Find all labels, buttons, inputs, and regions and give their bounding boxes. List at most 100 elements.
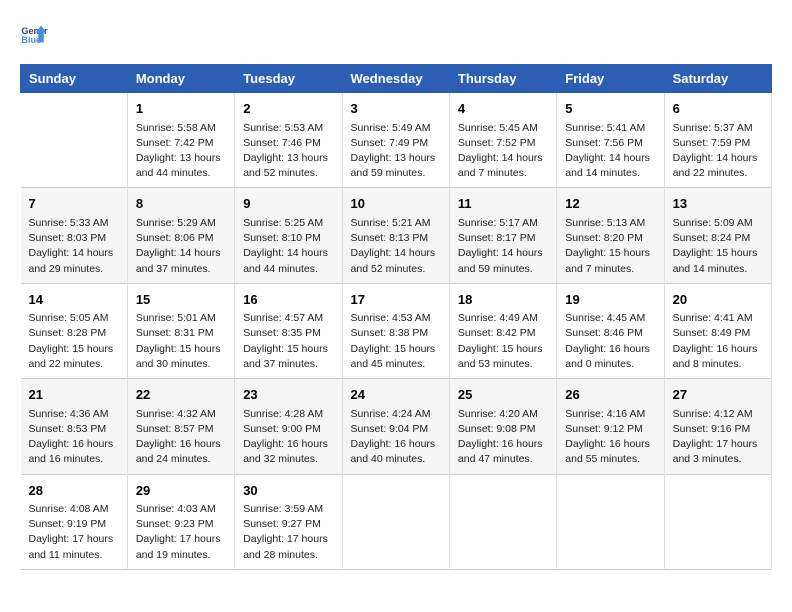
- day-info: Sunrise: 4:41 AMSunset: 8:49 PMDaylight:…: [673, 311, 763, 372]
- calendar-week-row: 7Sunrise: 5:33 AMSunset: 8:03 PMDaylight…: [21, 188, 772, 283]
- day-info: Sunrise: 5:01 AMSunset: 8:31 PMDaylight:…: [136, 311, 226, 372]
- logo: General Blue: [20, 20, 52, 48]
- day-number: 14: [29, 290, 119, 310]
- day-number: 29: [136, 481, 226, 501]
- day-number: 10: [351, 194, 441, 214]
- day-number: 28: [29, 481, 119, 501]
- day-number: 24: [351, 385, 441, 405]
- day-number: 6: [673, 99, 763, 119]
- calendar-cell: 28Sunrise: 4:08 AMSunset: 9:19 PMDayligh…: [21, 474, 128, 569]
- calendar-cell: [664, 474, 771, 569]
- day-info: Sunrise: 5:58 AMSunset: 7:42 PMDaylight:…: [136, 121, 226, 182]
- calendar-cell: [557, 474, 664, 569]
- column-header-monday: Monday: [127, 65, 234, 93]
- calendar-cell: 29Sunrise: 4:03 AMSunset: 9:23 PMDayligh…: [127, 474, 234, 569]
- column-header-tuesday: Tuesday: [235, 65, 342, 93]
- day-number: 11: [458, 194, 548, 214]
- day-info: Sunrise: 4:16 AMSunset: 9:12 PMDaylight:…: [565, 407, 655, 468]
- calendar-cell: 30Sunrise: 3:59 AMSunset: 9:27 PMDayligh…: [235, 474, 342, 569]
- calendar-cell: 23Sunrise: 4:28 AMSunset: 9:00 PMDayligh…: [235, 379, 342, 474]
- column-header-sunday: Sunday: [21, 65, 128, 93]
- calendar-week-row: 14Sunrise: 5:05 AMSunset: 8:28 PMDayligh…: [21, 283, 772, 378]
- calendar-cell: 8Sunrise: 5:29 AMSunset: 8:06 PMDaylight…: [127, 188, 234, 283]
- column-header-friday: Friday: [557, 65, 664, 93]
- calendar-cell: [342, 474, 449, 569]
- calendar-cell: [449, 474, 556, 569]
- calendar-cell: 21Sunrise: 4:36 AMSunset: 8:53 PMDayligh…: [21, 379, 128, 474]
- day-info: Sunrise: 5:21 AMSunset: 8:13 PMDaylight:…: [351, 216, 441, 277]
- day-number: 16: [243, 290, 333, 310]
- day-info: Sunrise: 4:12 AMSunset: 9:16 PMDaylight:…: [673, 407, 763, 468]
- day-info: Sunrise: 5:17 AMSunset: 8:17 PMDaylight:…: [458, 216, 548, 277]
- day-number: 2: [243, 99, 333, 119]
- calendar-cell: 10Sunrise: 5:21 AMSunset: 8:13 PMDayligh…: [342, 188, 449, 283]
- day-info: Sunrise: 5:49 AMSunset: 7:49 PMDaylight:…: [351, 121, 441, 182]
- calendar-table: SundayMondayTuesdayWednesdayThursdayFrid…: [20, 64, 772, 570]
- calendar-cell: 18Sunrise: 4:49 AMSunset: 8:42 PMDayligh…: [449, 283, 556, 378]
- day-info: Sunrise: 3:59 AMSunset: 9:27 PMDaylight:…: [243, 502, 333, 563]
- page-header: General Blue: [20, 20, 772, 48]
- day-number: 13: [673, 194, 763, 214]
- day-number: 30: [243, 481, 333, 501]
- calendar-cell: 9Sunrise: 5:25 AMSunset: 8:10 PMDaylight…: [235, 188, 342, 283]
- day-number: 15: [136, 290, 226, 310]
- day-number: 20: [673, 290, 763, 310]
- day-number: 3: [351, 99, 441, 119]
- calendar-cell: 13Sunrise: 5:09 AMSunset: 8:24 PMDayligh…: [664, 188, 771, 283]
- calendar-cell: 11Sunrise: 5:17 AMSunset: 8:17 PMDayligh…: [449, 188, 556, 283]
- calendar-cell: 26Sunrise: 4:16 AMSunset: 9:12 PMDayligh…: [557, 379, 664, 474]
- calendar-cell: 17Sunrise: 4:53 AMSunset: 8:38 PMDayligh…: [342, 283, 449, 378]
- day-info: Sunrise: 4:57 AMSunset: 8:35 PMDaylight:…: [243, 311, 333, 372]
- day-info: Sunrise: 4:20 AMSunset: 9:08 PMDaylight:…: [458, 407, 548, 468]
- calendar-cell: 2Sunrise: 5:53 AMSunset: 7:46 PMDaylight…: [235, 93, 342, 188]
- day-info: Sunrise: 4:24 AMSunset: 9:04 PMDaylight:…: [351, 407, 441, 468]
- calendar-cell: 16Sunrise: 4:57 AMSunset: 8:35 PMDayligh…: [235, 283, 342, 378]
- day-number: 18: [458, 290, 548, 310]
- day-info: Sunrise: 5:05 AMSunset: 8:28 PMDaylight:…: [29, 311, 119, 372]
- day-info: Sunrise: 4:49 AMSunset: 8:42 PMDaylight:…: [458, 311, 548, 372]
- column-header-saturday: Saturday: [664, 65, 771, 93]
- day-info: Sunrise: 4:03 AMSunset: 9:23 PMDaylight:…: [136, 502, 226, 563]
- day-info: Sunrise: 5:33 AMSunset: 8:03 PMDaylight:…: [29, 216, 119, 277]
- day-info: Sunrise: 5:37 AMSunset: 7:59 PMDaylight:…: [673, 121, 763, 182]
- day-number: 8: [136, 194, 226, 214]
- calendar-cell: 1Sunrise: 5:58 AMSunset: 7:42 PMDaylight…: [127, 93, 234, 188]
- day-info: Sunrise: 5:45 AMSunset: 7:52 PMDaylight:…: [458, 121, 548, 182]
- day-info: Sunrise: 5:29 AMSunset: 8:06 PMDaylight:…: [136, 216, 226, 277]
- calendar-cell: 22Sunrise: 4:32 AMSunset: 8:57 PMDayligh…: [127, 379, 234, 474]
- day-number: 7: [29, 194, 119, 214]
- day-number: 1: [136, 99, 226, 119]
- svg-text:Blue: Blue: [21, 35, 41, 45]
- day-number: 17: [351, 290, 441, 310]
- calendar-cell: 24Sunrise: 4:24 AMSunset: 9:04 PMDayligh…: [342, 379, 449, 474]
- column-header-wednesday: Wednesday: [342, 65, 449, 93]
- calendar-cell: 20Sunrise: 4:41 AMSunset: 8:49 PMDayligh…: [664, 283, 771, 378]
- day-info: Sunrise: 4:08 AMSunset: 9:19 PMDaylight:…: [29, 502, 119, 563]
- day-info: Sunrise: 4:32 AMSunset: 8:57 PMDaylight:…: [136, 407, 226, 468]
- day-number: 4: [458, 99, 548, 119]
- calendar-header-row: SundayMondayTuesdayWednesdayThursdayFrid…: [21, 65, 772, 93]
- day-info: Sunrise: 4:45 AMSunset: 8:46 PMDaylight:…: [565, 311, 655, 372]
- day-info: Sunrise: 5:13 AMSunset: 8:20 PMDaylight:…: [565, 216, 655, 277]
- calendar-cell: 7Sunrise: 5:33 AMSunset: 8:03 PMDaylight…: [21, 188, 128, 283]
- day-info: Sunrise: 4:53 AMSunset: 8:38 PMDaylight:…: [351, 311, 441, 372]
- calendar-week-row: 1Sunrise: 5:58 AMSunset: 7:42 PMDaylight…: [21, 93, 772, 188]
- calendar-cell: 14Sunrise: 5:05 AMSunset: 8:28 PMDayligh…: [21, 283, 128, 378]
- calendar-cell: [21, 93, 128, 188]
- calendar-cell: 19Sunrise: 4:45 AMSunset: 8:46 PMDayligh…: [557, 283, 664, 378]
- day-info: Sunrise: 4:36 AMSunset: 8:53 PMDaylight:…: [29, 407, 119, 468]
- day-number: 12: [565, 194, 655, 214]
- day-number: 26: [565, 385, 655, 405]
- day-info: Sunrise: 4:28 AMSunset: 9:00 PMDaylight:…: [243, 407, 333, 468]
- day-number: 25: [458, 385, 548, 405]
- day-number: 5: [565, 99, 655, 119]
- day-number: 21: [29, 385, 119, 405]
- calendar-cell: 27Sunrise: 4:12 AMSunset: 9:16 PMDayligh…: [664, 379, 771, 474]
- calendar-cell: 3Sunrise: 5:49 AMSunset: 7:49 PMDaylight…: [342, 93, 449, 188]
- day-number: 27: [673, 385, 763, 405]
- calendar-week-row: 21Sunrise: 4:36 AMSunset: 8:53 PMDayligh…: [21, 379, 772, 474]
- day-number: 19: [565, 290, 655, 310]
- calendar-cell: 6Sunrise: 5:37 AMSunset: 7:59 PMDaylight…: [664, 93, 771, 188]
- calendar-cell: 12Sunrise: 5:13 AMSunset: 8:20 PMDayligh…: [557, 188, 664, 283]
- calendar-cell: 15Sunrise: 5:01 AMSunset: 8:31 PMDayligh…: [127, 283, 234, 378]
